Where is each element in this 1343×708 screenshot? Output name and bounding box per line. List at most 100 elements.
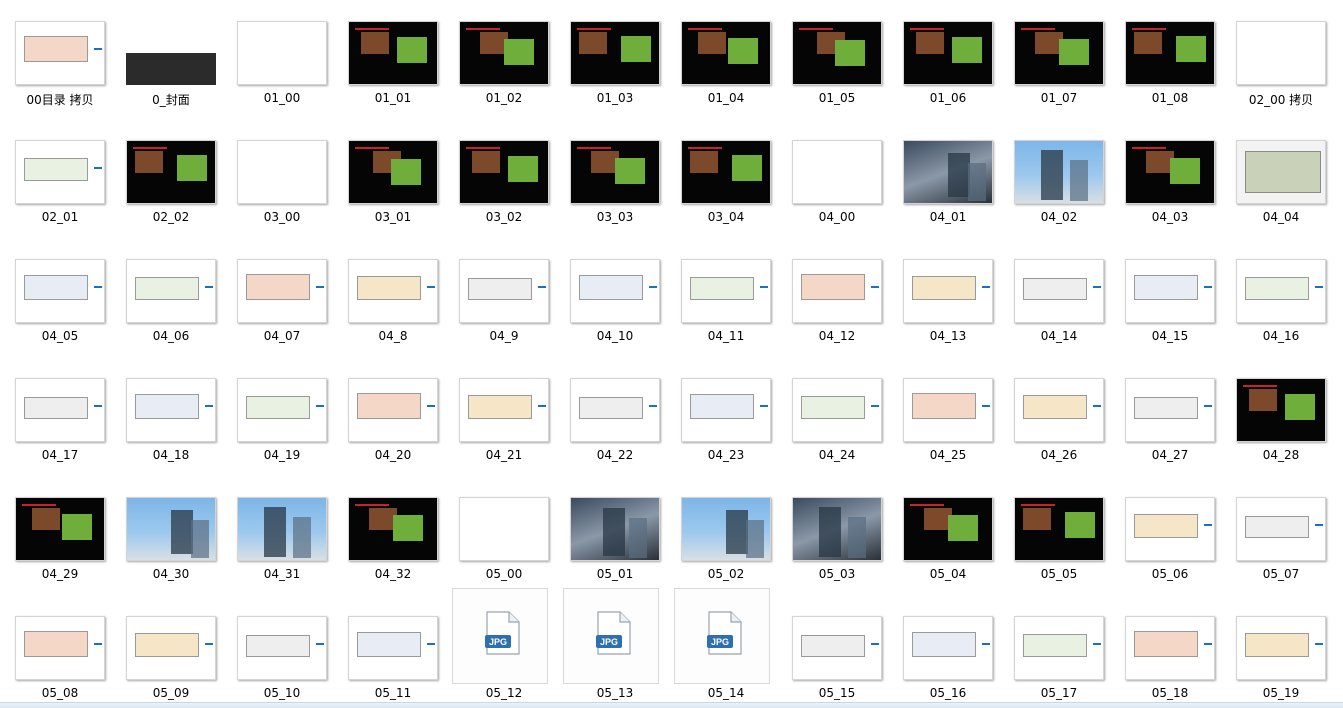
file-item[interactable]: 04_06 [121,238,221,350]
file-item[interactable]: 04_9 [454,238,554,350]
slide-drawing-block [468,395,532,419]
file-thumbnail [1236,497,1326,561]
file-item[interactable]: 04_10 [565,238,665,350]
file-item[interactable]: 04_05 [10,238,110,350]
file-item[interactable]: 05_09 [121,595,221,707]
file-item[interactable]: 01_00 [232,0,332,112]
file-item[interactable]: 05_16 [898,595,998,707]
file-item[interactable]: 05_04 [898,476,998,588]
file-item[interactable]: 05_11 [343,595,443,707]
file-item[interactable]: 01_08 [1120,0,1220,112]
file-item[interactable]: 05_15 [787,595,887,707]
file-name-label: 04_06 [152,329,190,343]
file-item[interactable]: 05_02 [676,476,776,588]
file-item[interactable]: 05_17 [1009,595,1109,707]
file-item[interactable]: 05_07 [1231,476,1331,588]
file-item[interactable]: 04_04 [1231,119,1331,231]
file-item[interactable]: 04_26 [1009,357,1109,469]
file-item[interactable]: 05_08 [10,595,110,707]
file-item[interactable]: 04_28 [1231,357,1331,469]
file-item[interactable]: 04_17 [10,357,110,469]
file-item[interactable]: 04_18 [121,357,221,469]
file-thumbnail [459,497,549,561]
file-item[interactable]: 04_23 [676,357,776,469]
file-item[interactable]: 0_封面 [121,0,221,112]
file-item[interactable]: 02_00 拷贝 [1231,0,1331,112]
file-name-label: 03_01 [374,210,412,224]
file-item[interactable]: 04_32 [343,476,443,588]
file-item[interactable]: 04_11 [676,238,776,350]
file-item[interactable]: 01_04 [676,0,776,112]
file-item[interactable]: JPG 05_14 [674,588,776,707]
file-item[interactable]: 03_04 [676,119,776,231]
file-name-label: 04_26 [1040,448,1078,462]
slide-image-block [135,151,163,173]
file-name-label: 05_06 [1151,567,1189,581]
file-item[interactable]: 01_01 [343,0,443,112]
slide-drawing-block [24,36,88,62]
file-item[interactable]: 02_02 [121,119,221,231]
file-item[interactable]: 05_03 [787,476,887,588]
file-item[interactable]: 01_07 [1009,0,1109,112]
file-item[interactable]: 03_01 [343,119,443,231]
file-item[interactable]: 04_02 [1009,119,1109,231]
file-item[interactable]: 02_01 [10,119,110,231]
slide-image-block [397,37,427,63]
file-item[interactable]: 04_01 [898,119,998,231]
file-item[interactable]: 04_13 [898,238,998,350]
file-item[interactable]: 05_19 [1231,595,1331,707]
file-name-label: 04_07 [263,329,301,343]
slide-image-block [690,151,718,173]
file-item[interactable]: 04_12 [787,238,887,350]
file-item[interactable]: 04_00 [787,119,887,231]
slide-text-line [355,504,389,506]
file-item[interactable]: 05_05 [1009,476,1109,588]
file-thumbnail [1014,259,1104,323]
file-thumbnail [126,497,216,561]
file-item[interactable]: 03_00 [232,119,332,231]
file-item[interactable]: 05_06 [1120,476,1220,588]
file-name-label: 04_21 [485,448,523,462]
file-thumbnail [1236,140,1326,204]
file-thumbnail [1125,140,1215,204]
file-item[interactable]: 04_31 [232,476,332,588]
file-item[interactable]: 05_18 [1120,595,1220,707]
file-thumbnail [126,378,216,442]
file-item[interactable]: 04_24 [787,357,887,469]
file-item[interactable]: 01_03 [565,0,665,112]
file-item[interactable]: 04_16 [1231,238,1331,350]
file-item[interactable]: 04_29 [10,476,110,588]
file-item[interactable]: 04_30 [121,476,221,588]
file-item[interactable]: 04_14 [1009,238,1109,350]
file-item[interactable]: 04_19 [232,357,332,469]
file-item[interactable]: 04_22 [565,357,665,469]
file-item[interactable]: 05_10 [232,595,332,707]
file-item[interactable]: 03_03 [565,119,665,231]
file-item[interactable]: 04_03 [1120,119,1220,231]
file-item[interactable]: 04_25 [898,357,998,469]
file-name-label: 04_19 [263,448,301,462]
file-thumbnail [570,378,660,442]
file-item[interactable]: 01_02 [454,0,554,112]
slide-accent-line [1204,405,1212,407]
file-item[interactable]: JPG 05_12 [452,588,554,707]
file-item[interactable]: 05_01 [565,476,665,588]
slide-text-line [910,28,944,30]
file-item[interactable]: 04_20 [343,357,443,469]
file-name-label: 04_9 [489,329,519,343]
file-item[interactable]: 03_02 [454,119,554,231]
file-item[interactable]: JPG 05_13 [563,588,665,707]
slide-building-shape [948,153,970,197]
file-item[interactable]: 04_27 [1120,357,1220,469]
file-item[interactable]: 00目录 拷贝 [10,0,110,112]
file-item[interactable]: 04_8 [343,238,443,350]
file-item[interactable]: 01_05 [787,0,887,112]
file-thumbnail [1125,378,1215,442]
file-name-label: 04_30 [152,567,190,581]
file-item[interactable]: 04_15 [1120,238,1220,350]
file-item[interactable]: 04_07 [232,238,332,350]
file-item[interactable]: 05_00 [454,476,554,588]
file-item[interactable]: 01_06 [898,0,998,112]
file-item[interactable]: 04_21 [454,357,554,469]
file-name-label: 05_13 [596,686,634,700]
